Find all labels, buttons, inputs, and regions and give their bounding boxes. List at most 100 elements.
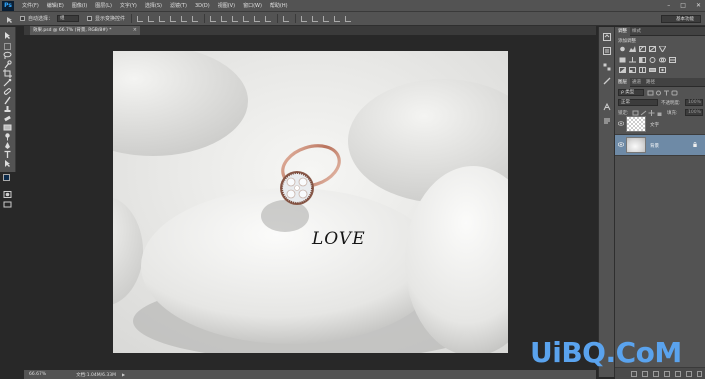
tab-layers[interactable]: 图层 — [615, 78, 630, 87]
color-balance-icon[interactable] — [629, 57, 636, 63]
history-panel-icon[interactable] — [603, 33, 611, 41]
properties-panel-icon[interactable] — [603, 47, 611, 55]
layer-kind-filter[interactable]: ρ 类型 — [618, 89, 644, 96]
path-selection-tool-icon[interactable] — [3, 159, 12, 168]
3d-roll-icon[interactable] — [312, 15, 319, 22]
healing-brush-tool-icon[interactable] — [3, 87, 12, 96]
distribute-top-icon[interactable] — [210, 15, 217, 22]
tab-paths[interactable]: 路径 — [643, 78, 658, 87]
3d-rotate-icon[interactable] — [301, 15, 308, 22]
distribute-bottom-icon[interactable] — [232, 15, 239, 22]
distribute-vcenter-icon[interactable] — [221, 15, 228, 22]
paragraph-panel-icon[interactable] — [603, 117, 611, 125]
menu-select[interactable]: 选择(S) — [145, 2, 162, 9]
filter-shape-icon[interactable] — [671, 90, 678, 96]
3d-drag-icon[interactable] — [323, 15, 330, 22]
align-left-icon[interactable] — [170, 15, 177, 22]
crop-tool-icon[interactable] — [3, 69, 12, 78]
auto-select-checkbox[interactable] — [20, 16, 25, 21]
curves-icon[interactable] — [639, 45, 646, 52]
filter-type-icon[interactable] — [663, 90, 670, 96]
type-tool-icon[interactable] — [3, 150, 12, 159]
brush-panel-icon[interactable] — [603, 77, 611, 85]
channel-mixer-icon[interactable] — [659, 57, 666, 63]
visibility-eye-icon[interactable] — [617, 142, 625, 147]
move-tool-icon[interactable] — [3, 31, 12, 40]
layer-row-text[interactable]: 文字 — [615, 114, 705, 135]
pen-tool-icon[interactable] — [3, 141, 12, 150]
dodge-tool-icon[interactable] — [3, 132, 12, 141]
gradient-tool-icon[interactable] — [3, 123, 12, 132]
character-panel-icon[interactable] — [603, 102, 611, 111]
eraser-tool-icon[interactable] — [3, 114, 12, 123]
align-top-icon[interactable] — [137, 15, 144, 22]
selective-color-icon[interactable] — [659, 67, 666, 73]
quick-select-tool-icon[interactable] — [3, 60, 12, 69]
document-tab[interactable]: 效果.psd @ 66.7% (背景, RGB/8#) * × — [30, 26, 140, 35]
align-bottom-icon[interactable] — [159, 15, 166, 22]
opacity-input[interactable]: 100% — [685, 99, 703, 106]
distribute-right-icon[interactable] — [265, 15, 272, 22]
distribute-hcenter-icon[interactable] — [254, 15, 261, 22]
posterize-icon[interactable] — [629, 67, 636, 73]
zoom-level[interactable]: 66.67% — [29, 372, 46, 377]
new-adjustment-layer-icon[interactable] — [664, 371, 670, 377]
3d-slide-icon[interactable] — [334, 15, 341, 22]
new-group-icon[interactable] — [675, 371, 681, 377]
menu-file[interactable]: 文件(F) — [22, 2, 39, 9]
swatches-panel-icon[interactable] — [603, 63, 611, 71]
threshold-icon[interactable] — [639, 67, 646, 73]
maximize-button[interactable]: □ — [680, 2, 686, 9]
document-canvas[interactable]: LOVE — [113, 51, 508, 353]
clone-stamp-tool-icon[interactable] — [3, 105, 12, 114]
align-hcenter-icon[interactable] — [181, 15, 188, 22]
menu-image[interactable]: 图像(I) — [72, 2, 87, 9]
invert-icon[interactable] — [619, 67, 626, 73]
workspace-dropdown[interactable]: 基本功能 — [661, 15, 701, 23]
delete-layer-icon[interactable] — [697, 371, 702, 377]
blend-mode-dropdown[interactable]: 正常 — [618, 99, 658, 106]
menu-layer[interactable]: 图层(L) — [95, 2, 112, 9]
close-button[interactable]: ✕ — [696, 2, 701, 9]
marquee-tool-icon[interactable] — [3, 42, 12, 51]
tab-channels[interactable]: 通道 — [629, 78, 644, 87]
color-lookup-icon[interactable] — [669, 57, 676, 63]
close-document-icon[interactable]: × — [133, 26, 137, 35]
menu-3d[interactable]: 3D(D) — [195, 3, 210, 9]
brush-tool-icon[interactable] — [3, 96, 12, 105]
layer-row-background[interactable]: 背景 — [615, 135, 705, 156]
gradient-map-icon[interactable] — [649, 67, 656, 73]
show-transform-checkbox[interactable] — [87, 16, 93, 21]
3d-scale-icon[interactable] — [345, 15, 352, 22]
black-white-icon[interactable] — [639, 57, 646, 63]
levels-icon[interactable] — [629, 46, 636, 52]
layer-name[interactable]: 背景 — [650, 143, 659, 149]
status-menu-arrow-icon[interactable]: ▶ — [122, 372, 125, 377]
align-right-icon[interactable] — [192, 15, 199, 22]
menu-filter[interactable]: 滤镜(T) — [170, 2, 187, 9]
auto-align-icon[interactable] — [283, 15, 290, 22]
auto-select-dropdown[interactable]: 组 — [57, 15, 80, 22]
vibrance-icon[interactable] — [658, 45, 667, 53]
menu-help[interactable]: 帮助(H) — [270, 2, 288, 9]
layer-name[interactable]: 文字 — [650, 122, 659, 128]
new-layer-icon[interactable] — [686, 371, 692, 377]
minimize-button[interactable]: – — [667, 2, 670, 9]
add-mask-icon[interactable] — [653, 371, 659, 377]
visibility-eye-icon[interactable] — [617, 121, 625, 126]
distribute-left-icon[interactable] — [243, 15, 250, 22]
link-layers-icon[interactable] — [631, 371, 637, 377]
menu-edit[interactable]: 编辑(E) — [47, 2, 64, 9]
brightness-contrast-icon[interactable] — [619, 46, 626, 52]
photo-filter-icon[interactable] — [649, 57, 656, 63]
filter-pixel-icon[interactable] — [647, 90, 654, 96]
menu-view[interactable]: 视图(V) — [218, 2, 235, 9]
tab-adjustments[interactable]: 调整 — [615, 27, 630, 36]
hue-saturation-icon[interactable] — [619, 57, 626, 63]
layer-style-icon[interactable] — [642, 371, 648, 377]
filter-adjustment-icon[interactable] — [655, 90, 662, 96]
align-vcenter-icon[interactable] — [148, 15, 155, 22]
menu-type[interactable]: 文字(Y) — [120, 2, 137, 9]
tab-styles[interactable]: 样式 — [629, 27, 644, 36]
move-tool-preset-icon[interactable] — [6, 16, 12, 23]
